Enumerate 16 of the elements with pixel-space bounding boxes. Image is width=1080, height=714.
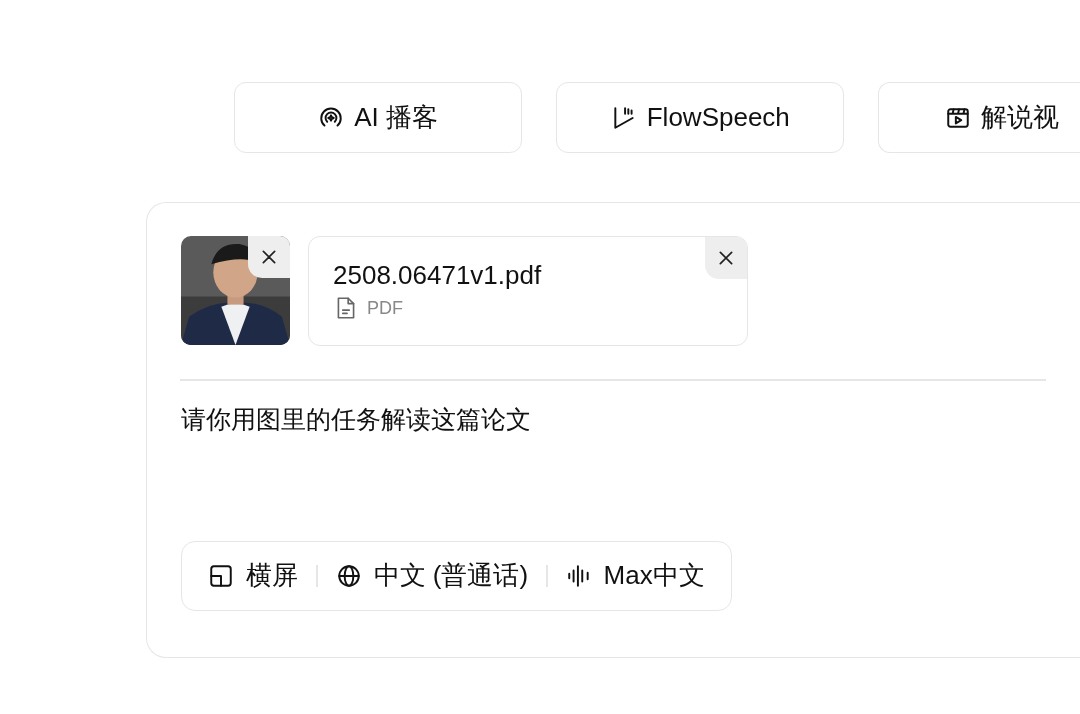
file-type: PDF: [367, 297, 403, 319]
close-icon: [717, 249, 735, 267]
close-button[interactable]: [248, 236, 290, 278]
option-button[interactable]: 中文 (普通话): [335, 558, 529, 593]
globe-icon: [335, 562, 362, 589]
mode-button[interactable]: FlowSpeech: [556, 82, 845, 153]
sound-wave-icon: [565, 562, 592, 589]
mode-button[interactable]: 解说视: [878, 82, 1080, 153]
close-button[interactable]: [705, 237, 747, 279]
close-icon: [260, 248, 278, 266]
mode-button[interactable]: AI 播客: [234, 82, 523, 153]
option-button[interactable]: Max中文: [565, 558, 705, 593]
option-button[interactable]: 横屏: [208, 558, 298, 593]
prompt-field[interactable]: 请你用图里的任务解读这篇论文: [181, 400, 1046, 541]
file-name: 2508.06471v1.pdf: [333, 259, 543, 291]
layout-icon: [208, 562, 234, 589]
